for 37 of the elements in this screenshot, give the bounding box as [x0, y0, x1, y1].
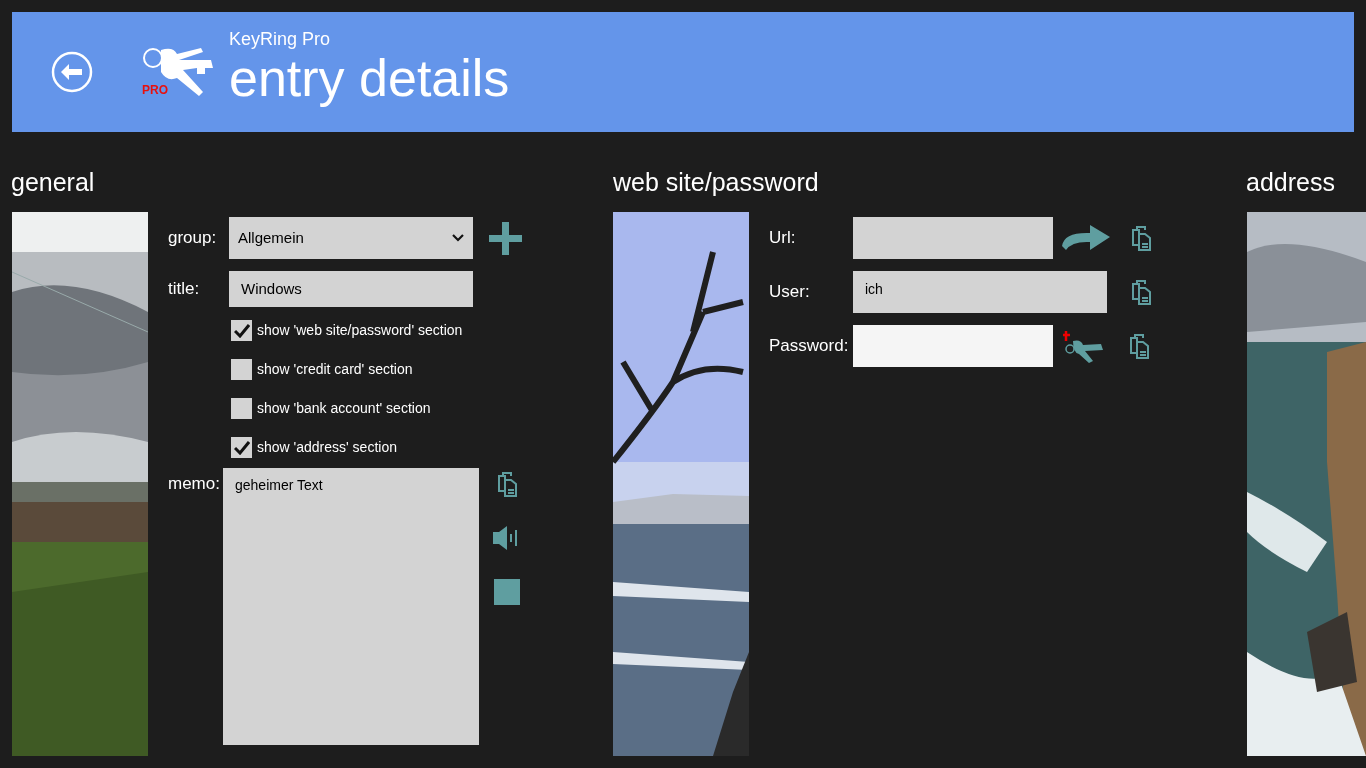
- field-label: group:: [168, 227, 218, 250]
- copy-icon[interactable]: [496, 471, 518, 497]
- field-label: User:: [769, 281, 811, 304]
- field-label: Password:: [769, 335, 850, 358]
- section-title: address: [1246, 167, 1336, 197]
- field-label: Url:: [769, 227, 797, 250]
- password-field[interactable]: [853, 325, 1053, 367]
- field-label: memo:: [168, 473, 221, 495]
- checkbox[interactable]: [231, 359, 252, 380]
- user-field[interactable]: ich: [853, 271, 1107, 313]
- url-field[interactable]: [853, 217, 1053, 259]
- checkbox-label: show 'address' section: [257, 438, 397, 457]
- copy-icon[interactable]: [1130, 225, 1152, 251]
- checkbox[interactable]: [231, 320, 252, 341]
- checkmark-icon: [233, 440, 250, 455]
- add-icon[interactable]: [489, 221, 522, 255]
- logo-label: PRO: [142, 84, 168, 96]
- memo-field[interactable]: geheimer Text: [223, 468, 479, 745]
- checkmark-icon: [233, 323, 250, 338]
- title-field[interactable]: Windows: [229, 271, 473, 307]
- generate-key-icon[interactable]: [1063, 329, 1105, 363]
- section-title: general: [11, 167, 96, 197]
- page-title: entry details: [229, 50, 510, 106]
- copy-icon[interactable]: [1130, 279, 1152, 305]
- section-title: web site/password: [613, 167, 820, 197]
- back-button[interactable]: [51, 51, 93, 93]
- checkbox-label: show 'credit card' section: [257, 360, 413, 379]
- checkbox[interactable]: [231, 437, 252, 458]
- field-label: title:: [168, 278, 201, 301]
- checkbox-label: show 'bank account' section: [257, 399, 431, 418]
- arrow-right-icon[interactable]: [1062, 224, 1110, 252]
- group-dropdown[interactable]: Allgemein: [229, 217, 473, 259]
- checkbox-label: show 'web site/password' section: [257, 321, 463, 340]
- app-name: KeyRing Pro: [229, 28, 332, 50]
- checkbox[interactable]: [231, 398, 252, 419]
- chevron-down-icon: [452, 234, 464, 242]
- copy-icon[interactable]: [1128, 333, 1150, 359]
